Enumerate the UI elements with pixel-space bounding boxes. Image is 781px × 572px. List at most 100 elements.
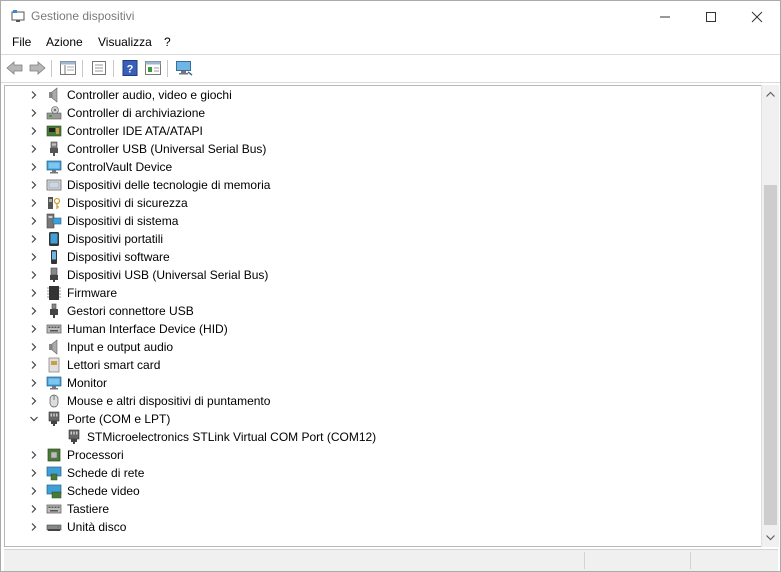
- chevron-right-icon[interactable]: [29, 288, 39, 298]
- chevron-right-icon[interactable]: [29, 396, 39, 406]
- chip-icon: [47, 286, 61, 300]
- chevron-right-icon[interactable]: [29, 378, 39, 388]
- tree-category[interactable]: Gestori connettore USB: [5, 302, 762, 320]
- chevron-right-icon[interactable]: [29, 216, 39, 226]
- chevron-right-icon[interactable]: [29, 144, 39, 154]
- tree-device[interactable]: STMicroelectronics STLink Virtual COM Po…: [5, 428, 762, 446]
- chevron-right-icon[interactable]: [29, 486, 39, 496]
- keyboard-icon: [46, 324, 62, 334]
- show-hide-console-tree-button[interactable]: [58, 59, 78, 77]
- tree-category[interactable]: Monitor: [5, 374, 762, 392]
- chevron-right-icon[interactable]: [29, 162, 39, 172]
- chevron-right-icon[interactable]: [29, 108, 39, 118]
- tree-item-label: Processori: [67, 448, 124, 462]
- chevron-right-icon[interactable]: [29, 270, 39, 280]
- tree-item-label: Dispositivi di sistema: [67, 214, 179, 228]
- chevron-right-icon[interactable]: [29, 252, 39, 262]
- help-button[interactable]: ?: [120, 59, 140, 77]
- tree-item-label: Controller USB (Universal Serial Bus): [67, 142, 267, 156]
- tree-item-label: Unità disco: [67, 520, 127, 534]
- port-icon: [48, 411, 60, 426]
- vertical-scrollbar[interactable]: [761, 85, 779, 547]
- chevron-right-icon[interactable]: [29, 234, 39, 244]
- chevron-right-icon[interactable]: [29, 90, 39, 100]
- tree-category[interactable]: Controller IDE ATA/ATAPI: [5, 122, 762, 140]
- toolbar-separator: [113, 60, 114, 77]
- tree-category[interactable]: Controller di archiviazione: [5, 104, 762, 122]
- toolbar-separator: [82, 60, 83, 77]
- portable-device-icon: [49, 232, 59, 246]
- chevron-right-icon[interactable]: [29, 522, 39, 532]
- tree-category[interactable]: Unità disco: [5, 518, 762, 536]
- chevron-right-icon[interactable]: [29, 324, 39, 334]
- tree-category[interactable]: Controller audio, video e giochi: [5, 86, 762, 104]
- tree-category[interactable]: Dispositivi di sistema: [5, 212, 762, 230]
- chevron-right-icon[interactable]: [29, 342, 39, 352]
- tree-category[interactable]: Dispositivi software: [5, 248, 762, 266]
- close-button[interactable]: [734, 1, 780, 32]
- scroll-down-button[interactable]: [762, 530, 779, 546]
- tree-item-label: Dispositivi portatili: [67, 232, 164, 246]
- chevron-right-icon[interactable]: [29, 126, 39, 136]
- tree-category[interactable]: Controller USB (Universal Serial Bus): [5, 140, 762, 158]
- scan-hardware-button[interactable]: [174, 59, 194, 77]
- chevron-right-icon[interactable]: [29, 180, 39, 190]
- chevron-right-icon[interactable]: [29, 504, 39, 514]
- scroll-thumb[interactable]: [764, 185, 777, 525]
- menu-help[interactable]: ?: [163, 35, 172, 49]
- tree-category[interactable]: Dispositivi portatili: [5, 230, 762, 248]
- tree-category[interactable]: Human Interface Device (HID): [5, 320, 762, 338]
- minimize-icon: [660, 16, 670, 17]
- device-manager-window: Gestione dispositivi File Azione Visuali…: [0, 0, 781, 572]
- tree-category[interactable]: Lettori smart card: [5, 356, 762, 374]
- tree-category[interactable]: Dispositivi delle tecnologie di memoria: [5, 176, 762, 194]
- tree-category[interactable]: ControlVault Device: [5, 158, 762, 176]
- tree-category[interactable]: Processori: [5, 446, 762, 464]
- chevron-right-icon[interactable]: [29, 198, 39, 208]
- tree-category[interactable]: Firmware: [5, 284, 762, 302]
- menu-bar: File Azione Visualizza ?: [1, 32, 780, 54]
- tree-category[interactable]: Input e output audio: [5, 338, 762, 356]
- forward-button[interactable]: [27, 59, 47, 77]
- back-button[interactable]: [5, 59, 25, 77]
- disk-drive-icon: [46, 524, 62, 531]
- tree-category[interactable]: Dispositivi di sicurezza: [5, 194, 762, 212]
- menu-azione[interactable]: Azione: [45, 35, 84, 49]
- chevron-right-icon[interactable]: [29, 450, 39, 460]
- maximize-button[interactable]: [688, 1, 734, 32]
- tree-item-label: Dispositivi delle tecnologie di memoria: [67, 178, 271, 192]
- menu-file[interactable]: File: [11, 35, 32, 49]
- chevron-down-icon: [766, 535, 775, 541]
- tree-item-label: Dispositivi software: [67, 250, 170, 264]
- maximize-icon: [706, 11, 716, 22]
- mouse-icon: [49, 394, 59, 408]
- chevron-right-icon[interactable]: [29, 468, 39, 478]
- status-segment: [584, 552, 690, 569]
- tree-category[interactable]: Tastiere: [5, 500, 762, 518]
- tree-category[interactable]: Dispositivi USB (Universal Serial Bus): [5, 266, 762, 284]
- device-tree[interactable]: Controller audio, video e giochi Controll…: [4, 85, 762, 547]
- display-adapter-icon: [46, 484, 62, 499]
- usb-plug-icon: [50, 141, 58, 156]
- menu-visualizza[interactable]: Visualizza: [97, 35, 153, 49]
- tree-item-label: Schede video: [67, 484, 140, 498]
- tree-item-label: Gestori connettore USB: [67, 304, 194, 318]
- toolbar-separator: [51, 60, 52, 77]
- device-view-button[interactable]: [143, 59, 163, 77]
- minimize-button[interactable]: [642, 1, 688, 32]
- storage-controller-icon: [46, 106, 62, 120]
- tree-category[interactable]: Mouse e altri dispositivi di puntamento: [5, 392, 762, 410]
- chevron-right-icon[interactable]: [29, 306, 39, 316]
- memory-device-icon: [46, 179, 62, 191]
- tree-category[interactable]: Schede video: [5, 482, 762, 500]
- scroll-up-button[interactable]: [762, 86, 779, 102]
- properties-button[interactable]: [89, 59, 109, 77]
- chevron-right-icon[interactable]: [29, 360, 39, 370]
- chevron-down-icon[interactable]: [29, 414, 39, 424]
- network-adapter-icon: [46, 466, 62, 481]
- software-device-icon: [51, 250, 57, 264]
- title-bar[interactable]: Gestione dispositivi: [1, 1, 780, 32]
- tree-category[interactable]: Schede di rete: [5, 464, 762, 482]
- close-icon: [751, 11, 763, 22]
- tree-category[interactable]: Porte (COM e LPT): [5, 410, 762, 428]
